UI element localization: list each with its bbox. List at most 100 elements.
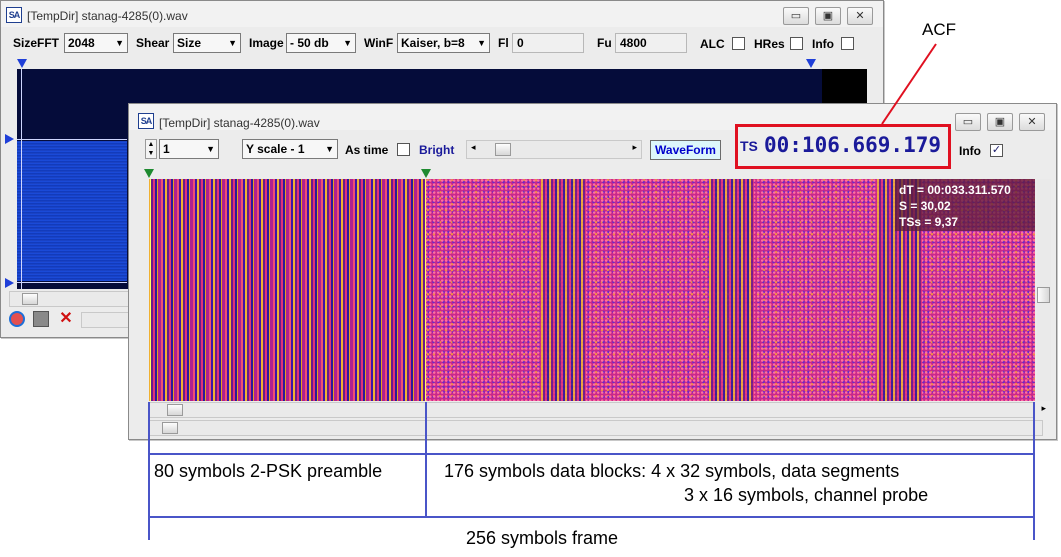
marker-end-icon[interactable] [421,169,431,178]
sizefft-select[interactable]: 2048 ▼ [64,33,128,53]
zoom-icon[interactable] [9,311,25,327]
maximize-icon: ▣ [822,10,834,22]
ts-label: TS [740,138,758,154]
frame-annotation: 256 symbols frame [466,528,619,548]
cursor-line-end [425,179,426,401]
dt-readout: dT = 00:033.311.570 [899,183,1011,197]
shear-select[interactable]: Size ▼ [173,33,241,53]
chevron-down-icon: ▼ [325,144,334,154]
winf-value: Kaiser, b=8 [401,36,465,50]
scroll-thumb[interactable] [1037,287,1050,303]
marker-side-upper-icon[interactable] [5,134,14,144]
waveform-vertical-scrollbar[interactable] [1037,179,1051,401]
bright-slider-thumb[interactable] [495,143,511,156]
bright-slider[interactable]: ◂ ▸ [466,140,642,159]
app-logo-icon: SA [138,113,154,129]
probe-block-1 [541,179,586,401]
chevron-down-icon: ▼ [477,38,486,48]
marker-right-top-icon[interactable] [806,59,816,68]
app-logo-icon: SA [6,7,22,23]
spectrum-titlebar[interactable]: SA [TempDir] stanag-4285(0).wav ▭ ▣ ✕ [1,1,883,27]
minimize-button[interactable]: ▭ [955,113,981,131]
sizefft-value: 2048 [68,36,95,50]
bracket-bottom-horizontal [148,516,1035,518]
close-icon: ✕ [855,10,865,22]
channel-value: 1 [163,142,170,156]
info-checkbox[interactable]: ✓ [990,144,1003,157]
shear-value: Size [177,36,202,50]
spin-button[interactable]: ▲ ▼ [145,139,157,159]
waveform-bottom-scrollbar[interactable] [149,420,1043,436]
spectrum-noise-band [17,141,127,281]
chevron-right-icon: ▸ [1041,403,1046,413]
info-label: Info [812,37,834,51]
bracket-left-vertical [148,402,150,540]
probe-block-2 [709,179,754,401]
waveform-window: SA [TempDir] stanag-4285(0).wav ▭ ▣ ✕ ▲ ▼… [128,103,1057,440]
cursor-horizontal-line [17,139,127,140]
info-overlay: dT = 00:033.311.570 S = 30,02 TSs = 9,37 [895,179,1035,231]
marker-side-lower-icon[interactable] [5,278,14,288]
acf-annotation: ACF [922,20,956,39]
cursor-line-start [150,179,151,401]
chevron-down-icon: ▼ [228,38,237,48]
scroll-thumb[interactable] [22,293,38,305]
waveform-plot[interactable]: dT = 00:033.311.570 S = 30,02 TSs = 9,37 [149,179,1035,401]
info-checkbox[interactable] [841,37,854,50]
bracket-middle-vertical [425,402,427,518]
alc-checkbox[interactable] [732,37,745,50]
image-value: - 50 db [290,36,329,50]
scroll-thumb[interactable] [167,404,183,416]
yscale-value: Y scale - 1 [246,142,305,156]
marker-left-top-icon[interactable] [17,59,27,68]
bracket-right-vertical [1033,402,1035,540]
winf-select[interactable]: Kaiser, b=8 ▼ [397,33,490,53]
chevron-down-icon: ▼ [115,38,124,48]
minimize-icon: ▭ [790,10,802,22]
scroll-thumb[interactable] [162,422,178,434]
tss-readout: TSs = 9,37 [899,215,959,229]
hres-checkbox[interactable] [790,37,803,50]
window-title: [TempDir] stanag-4285(0).wav [159,116,320,130]
chevron-down-icon: ▼ [206,144,215,154]
marker-start-icon[interactable] [144,169,154,178]
close-button[interactable]: ✕ [847,7,873,25]
minimize-icon: ▭ [962,116,974,128]
cursor-horizontal-line [17,282,127,283]
waveform-button[interactable]: WaveForm [650,140,721,160]
image-label: Image [249,36,284,50]
shear-label: Shear [136,36,170,50]
ts-value: 00:106.669.179 [764,133,942,157]
fl-input[interactable]: 0 [512,33,584,53]
hres-label: HRes [754,37,785,51]
as-time-checkbox[interactable] [397,143,410,156]
preamble-region [149,179,425,401]
spectrum-bottom-slider[interactable] [81,312,131,328]
save-icon[interactable] [33,311,49,327]
chevron-down-icon: ▼ [343,38,352,48]
maximize-button[interactable]: ▣ [815,7,841,25]
screenshot-stage: SA [TempDir] stanag-4285(0).wav ▭ ▣ ✕ Si… [0,0,1061,557]
channel-select[interactable]: 1 ▼ [159,139,219,159]
fl-label: Fl [498,36,509,50]
info-label: Info [959,144,981,158]
spectrum-horizontal-scrollbar[interactable] [9,291,129,307]
fu-input[interactable]: 4800 [615,33,687,53]
yscale-select[interactable]: Y scale - 1 ▼ [242,139,338,159]
minimize-button[interactable]: ▭ [783,7,809,25]
winf-label: WinF [364,36,394,50]
bright-label: Bright [419,143,455,157]
image-select[interactable]: - 50 db ▼ [286,33,356,53]
delete-icon[interactable]: ✕ [57,310,75,328]
as-time-label: As time [345,143,389,157]
preamble-annotation: 80 symbols 2-PSK preamble [154,461,383,481]
fu-label: Fu [597,36,612,50]
bracket-top-horizontal [148,453,1035,455]
waveform-horizontal-scrollbar[interactable]: ▸ [149,402,1046,418]
sizefft-label: SizeFFT [13,36,60,50]
maximize-button[interactable]: ▣ [987,113,1013,131]
close-button[interactable]: ✕ [1019,113,1045,131]
maximize-icon: ▣ [994,116,1006,128]
data-blocks-annotation-line1: 176 symbols data blocks: 4 x 32 symbols,… [444,461,900,481]
chevron-left-icon: ◂ [471,142,476,152]
